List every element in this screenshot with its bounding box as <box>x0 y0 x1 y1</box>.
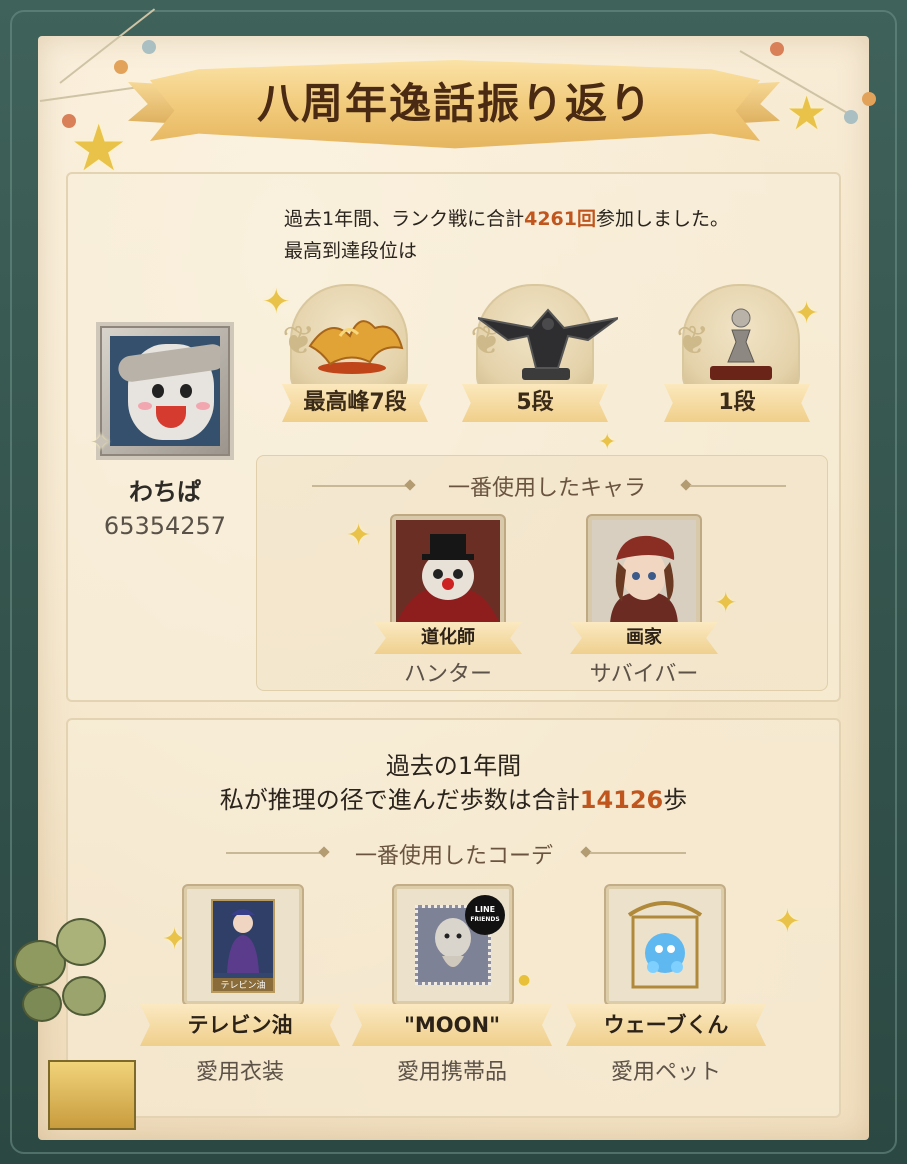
rank-participation-line: 過去1年間、ランク戦に合計4261回参加しました。 <box>284 204 729 231</box>
garland-bead <box>770 42 784 56</box>
steps-line-prefix: 私が推理の径で進んだ歩数は合計 <box>219 786 580 814</box>
laurel-icon: ❦ <box>676 318 710 364</box>
rank-label-3: 1段 <box>664 384 810 422</box>
item-card-pet[interactable] <box>606 886 724 1004</box>
rank-label-1: 最高峰7段 <box>282 384 428 422</box>
avatar[interactable] <box>96 322 234 460</box>
outfit-category-1: 愛用衣装 <box>195 1060 284 1085</box>
characters-heading: 一番使用したキャラ <box>447 476 646 501</box>
heading-divider <box>226 852 322 854</box>
character-role-2: サバイバー <box>589 662 699 687</box>
clown-portrait-icon <box>396 520 500 624</box>
black-dragon-trophy-icon <box>477 300 619 384</box>
moon-eye <box>152 384 164 398</box>
moon-eye <box>180 384 192 398</box>
outfit-category-3: 愛用ペット <box>610 1060 721 1085</box>
sparkle-icon: ✦ <box>714 586 738 619</box>
highest-rank-label: 最高到達段位は <box>284 240 418 262</box>
sparkle-icon: ✦ <box>774 902 801 940</box>
rank-label-2: 5段 <box>462 384 608 422</box>
player-name: わちぱ <box>129 478 201 506</box>
line-friends-badge: LINE FRIENDS <box>465 895 505 935</box>
sparkle-dot: ● <box>518 972 531 988</box>
outfit-name-3: ウェーブくん <box>566 1004 766 1046</box>
balloon-icon <box>62 976 106 1016</box>
character-name-1: 道化師 <box>374 622 522 654</box>
sparkle-icon: ✦ <box>598 430 617 455</box>
garland-bead <box>142 40 156 54</box>
costume-card-caption: テレビン油 <box>213 978 273 991</box>
pawn-trophy-icon <box>706 302 776 382</box>
gift-box-icon <box>48 1060 136 1130</box>
badge-line-text: LINE <box>474 905 496 914</box>
painter-portrait-icon <box>592 520 696 624</box>
avatar-image <box>110 336 220 446</box>
steps-line-suffix: 歩 <box>663 786 688 814</box>
outfit-name-1: テレビン油 <box>140 1004 340 1046</box>
outfit-category-2: 愛用携帯品 <box>396 1060 507 1085</box>
heading-divider <box>590 852 686 854</box>
moon-cheek <box>138 402 152 410</box>
badge-friends-text: FRIENDS <box>470 916 500 923</box>
sparkle-icon: ✦ <box>90 428 112 458</box>
rank-match-count: 4261回 <box>524 208 596 230</box>
garland-bead <box>844 110 858 124</box>
gold-dragon-trophy-icon <box>300 306 410 376</box>
sparkle-icon: ✦ <box>346 518 372 553</box>
character-name-2: 画家 <box>570 622 718 654</box>
steps-period-line: 過去の1年間 <box>385 752 522 780</box>
costume-card-icon: テレビン油 <box>211 899 275 993</box>
garland-bead <box>862 92 876 106</box>
outfit-name-2: "MOON" <box>352 1004 552 1046</box>
character-card-painter[interactable] <box>588 516 700 628</box>
player-id: 65354257 <box>103 512 227 540</box>
moon-cheek <box>196 402 210 410</box>
rank-line-prefix: 過去1年間、ランク戦に合計 <box>284 208 525 230</box>
steps-total-line: 私が推理の径で進んだ歩数は合計14126歩 <box>78 780 829 815</box>
outfits-heading: 一番使用したコーデ <box>354 844 553 869</box>
star-icon: ★ <box>786 86 828 140</box>
blue-pet-cage-icon <box>615 895 715 995</box>
character-card-clown[interactable] <box>392 516 504 628</box>
steps-count: 14126 <box>579 786 664 814</box>
item-card-costume[interactable]: テレビン油 <box>184 886 302 1004</box>
item-card-moon[interactable]: LINE FRIENDS <box>394 886 512 1004</box>
garland-bead <box>114 60 128 74</box>
rank-line-suffix: 参加しました。 <box>595 208 729 230</box>
page-title: 八周年逸話振り返り <box>256 79 653 128</box>
heading-divider <box>312 485 408 487</box>
sparkle-icon: ✦ <box>794 296 820 331</box>
balloon-icon <box>56 918 106 966</box>
heading-divider <box>690 485 786 487</box>
sparkle-icon: ✦ <box>262 282 291 322</box>
character-role-1: ハンター <box>403 662 492 687</box>
balloon-icon <box>22 986 62 1022</box>
